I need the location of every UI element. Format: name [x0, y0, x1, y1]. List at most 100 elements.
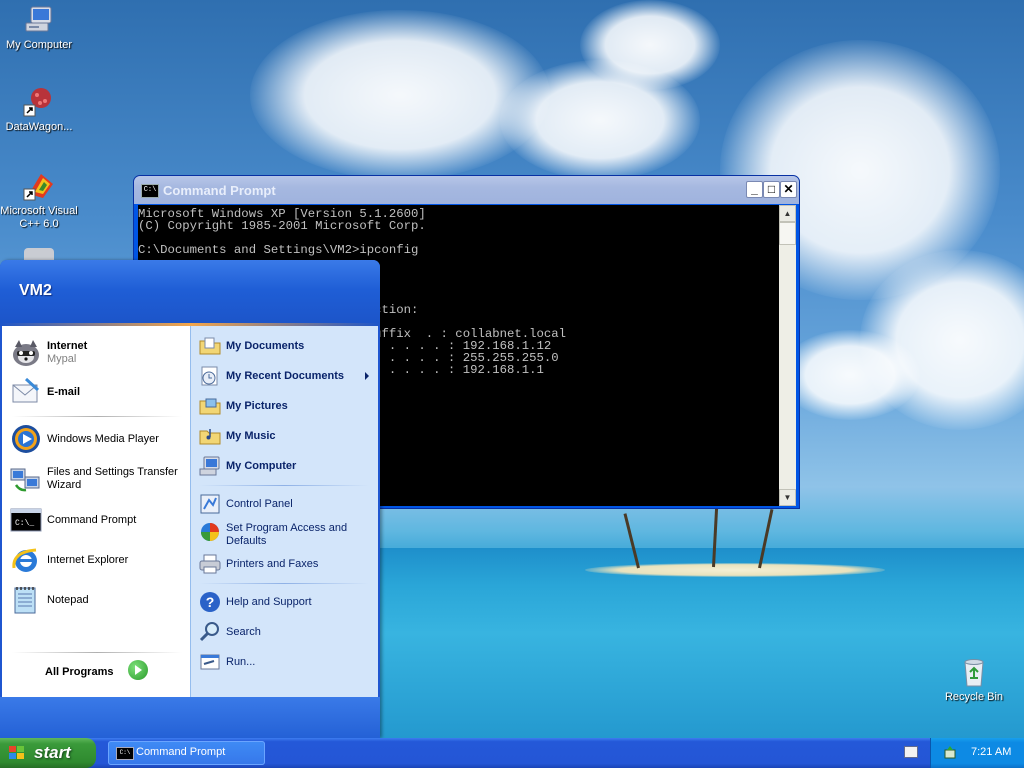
- start-item-label: Internet Explorer: [47, 554, 129, 566]
- start-place-label: My Documents: [226, 340, 305, 352]
- start-place-my-pictures[interactable]: My Pictures: [199, 395, 377, 417]
- control-panel-icon: [199, 493, 221, 515]
- transfer-wizard-icon: [10, 463, 42, 495]
- clock[interactable]: 7:21 AM: [971, 746, 1011, 758]
- start-menu: VM2 Internet Mypal E-mail Windows Media …: [0, 260, 380, 738]
- start-menu-header: VM2: [0, 260, 380, 326]
- start-place-my-music[interactable]: My Music: [199, 425, 377, 447]
- start-item-label: Files and Settings Transfer: [47, 466, 178, 478]
- system-tray: 7:21 AM: [930, 738, 1024, 768]
- scroll-up-button[interactable]: ▲: [779, 205, 796, 222]
- desktop-icon-visual-cpp[interactable]: Microsoft Visual C++ 6.0: [0, 170, 79, 231]
- cloud: [250, 10, 550, 180]
- user-name: VM2: [19, 282, 52, 299]
- start-item-label: E-mail: [47, 386, 81, 398]
- start-place-control-panel[interactable]: Control Panel: [199, 493, 377, 515]
- start-place-label: My Music: [226, 430, 276, 442]
- separator: [199, 485, 369, 486]
- all-programs-button[interactable]: All Programs: [45, 666, 113, 678]
- mypal-browser-icon: [10, 337, 42, 369]
- start-item-label: Notepad: [47, 594, 89, 606]
- start-place-run[interactable]: Run...: [199, 651, 377, 673]
- desktop-icon-label: Recycle Bin: [944, 691, 1004, 703]
- start-place-label: Search: [226, 626, 261, 638]
- separator: [12, 416, 182, 417]
- start-item-label: Command Prompt: [47, 514, 137, 526]
- desktop-icon-label: My Computer: [5, 39, 73, 51]
- cloud: [580, 0, 720, 90]
- desktop-icon-datawagon[interactable]: DataWagon...: [0, 86, 79, 134]
- windows-flag-icon: [9, 746, 25, 760]
- separator: [12, 652, 182, 653]
- start-menu-footer: [0, 697, 380, 738]
- start-place-program-access[interactable]: Set Program Access and Defaults: [199, 521, 377, 547]
- notepad-icon: [10, 584, 42, 616]
- program-access-icon: [199, 521, 221, 543]
- vertical-scrollbar[interactable]: ▲ ▼: [779, 205, 796, 506]
- start-item-sublabel: Mypal: [47, 353, 77, 365]
- start-item-internet[interactable]: Internet Mypal: [10, 337, 188, 369]
- start-place-printers[interactable]: Printers and Faxes: [199, 553, 377, 575]
- my-computer-icon: [23, 4, 55, 36]
- command-prompt-icon: C:\_: [10, 504, 42, 536]
- start-place-label: My Pictures: [226, 400, 288, 412]
- start-place-recent-documents[interactable]: My Recent Documents: [199, 365, 377, 387]
- start-place-label: Control Panel: [226, 498, 293, 510]
- window-title: Command Prompt: [163, 183, 276, 198]
- window-titlebar[interactable]: C:\ Command Prompt _ □ ✕: [134, 176, 799, 204]
- start-place-label: Help and Support: [226, 596, 312, 608]
- scroll-thumb[interactable]: [779, 222, 796, 245]
- taskbar-button-command-prompt[interactable]: C:\ Command Prompt: [108, 741, 265, 765]
- start-item-label: Windows Media Player: [47, 433, 159, 445]
- start-place-my-computer[interactable]: My Computer: [199, 455, 377, 477]
- recycle-bin-icon: [958, 656, 990, 688]
- start-menu-right-pane: My Documents My Recent Documents My Pict…: [190, 326, 378, 697]
- command-prompt-icon: C:\: [116, 747, 134, 760]
- visual-cpp-shortcut-icon: [23, 170, 55, 202]
- start-item-notepad[interactable]: Notepad: [10, 584, 188, 616]
- internet-explorer-icon: [10, 544, 42, 576]
- all-programs-arrow-icon[interactable]: [128, 660, 148, 680]
- submenu-arrow-icon: [365, 372, 369, 380]
- taskbar-button-label: Command Prompt: [136, 746, 226, 758]
- datawagon-shortcut-icon: [23, 86, 55, 118]
- start-item-media-player[interactable]: Windows Media Player: [10, 423, 188, 455]
- maximize-button[interactable]: □: [763, 181, 780, 198]
- minimize-button[interactable]: _: [746, 181, 763, 198]
- separator: [199, 583, 369, 584]
- printer-icon: [199, 553, 221, 575]
- desktop-icon-label: DataWagon...: [5, 121, 73, 133]
- folder-music-icon: [199, 425, 221, 447]
- start-item-label: Wizard: [47, 479, 82, 491]
- start-place-search[interactable]: Search: [199, 621, 377, 643]
- start-item-label: Internet: [47, 340, 88, 352]
- start-item-email[interactable]: E-mail: [10, 376, 188, 408]
- help-icon: ?: [199, 591, 221, 613]
- start-place-label: Run...: [226, 656, 256, 668]
- start-place-help[interactable]: ? Help and Support: [199, 591, 377, 613]
- keyboard-language-icon[interactable]: [904, 746, 918, 758]
- start-label: start: [34, 743, 71, 762]
- start-place-label: My Recent Documents: [226, 370, 344, 382]
- start-place-label: Printers and Faxes: [226, 558, 319, 570]
- run-icon: [199, 651, 221, 673]
- start-item-command-prompt[interactable]: C:\_ Command Prompt: [10, 504, 188, 536]
- start-place-label: My Computer: [226, 460, 297, 472]
- start-button[interactable]: start: [0, 738, 96, 768]
- svg-text:?: ?: [206, 594, 215, 610]
- folder-pictures-icon: [199, 395, 221, 417]
- safely-remove-hardware-icon[interactable]: [942, 745, 958, 761]
- close-button[interactable]: ✕: [780, 181, 797, 198]
- scroll-down-button[interactable]: ▼: [779, 489, 796, 506]
- start-menu-left-pane: Internet Mypal E-mail Windows Media Play…: [2, 326, 190, 697]
- desktop-icon-recycle-bin[interactable]: Recycle Bin: [934, 656, 1014, 704]
- taskbar: start C:\ Command Prompt 7:21 AM: [0, 738, 1024, 768]
- desktop-icon-my-computer[interactable]: My Computer: [0, 4, 79, 52]
- start-item-internet-explorer[interactable]: Internet Explorer: [10, 544, 188, 576]
- start-place-label: Set Program Access and: [226, 522, 348, 534]
- svg-text:C:\_: C:\_: [15, 519, 34, 528]
- cloud: [780, 330, 920, 420]
- desktop-icon-label: Microsoft Visual C++ 6.0: [0, 205, 78, 230]
- start-place-my-documents[interactable]: My Documents: [199, 335, 377, 357]
- start-item-transfer-wizard[interactable]: Files and Settings Transfer Wizard: [10, 463, 188, 495]
